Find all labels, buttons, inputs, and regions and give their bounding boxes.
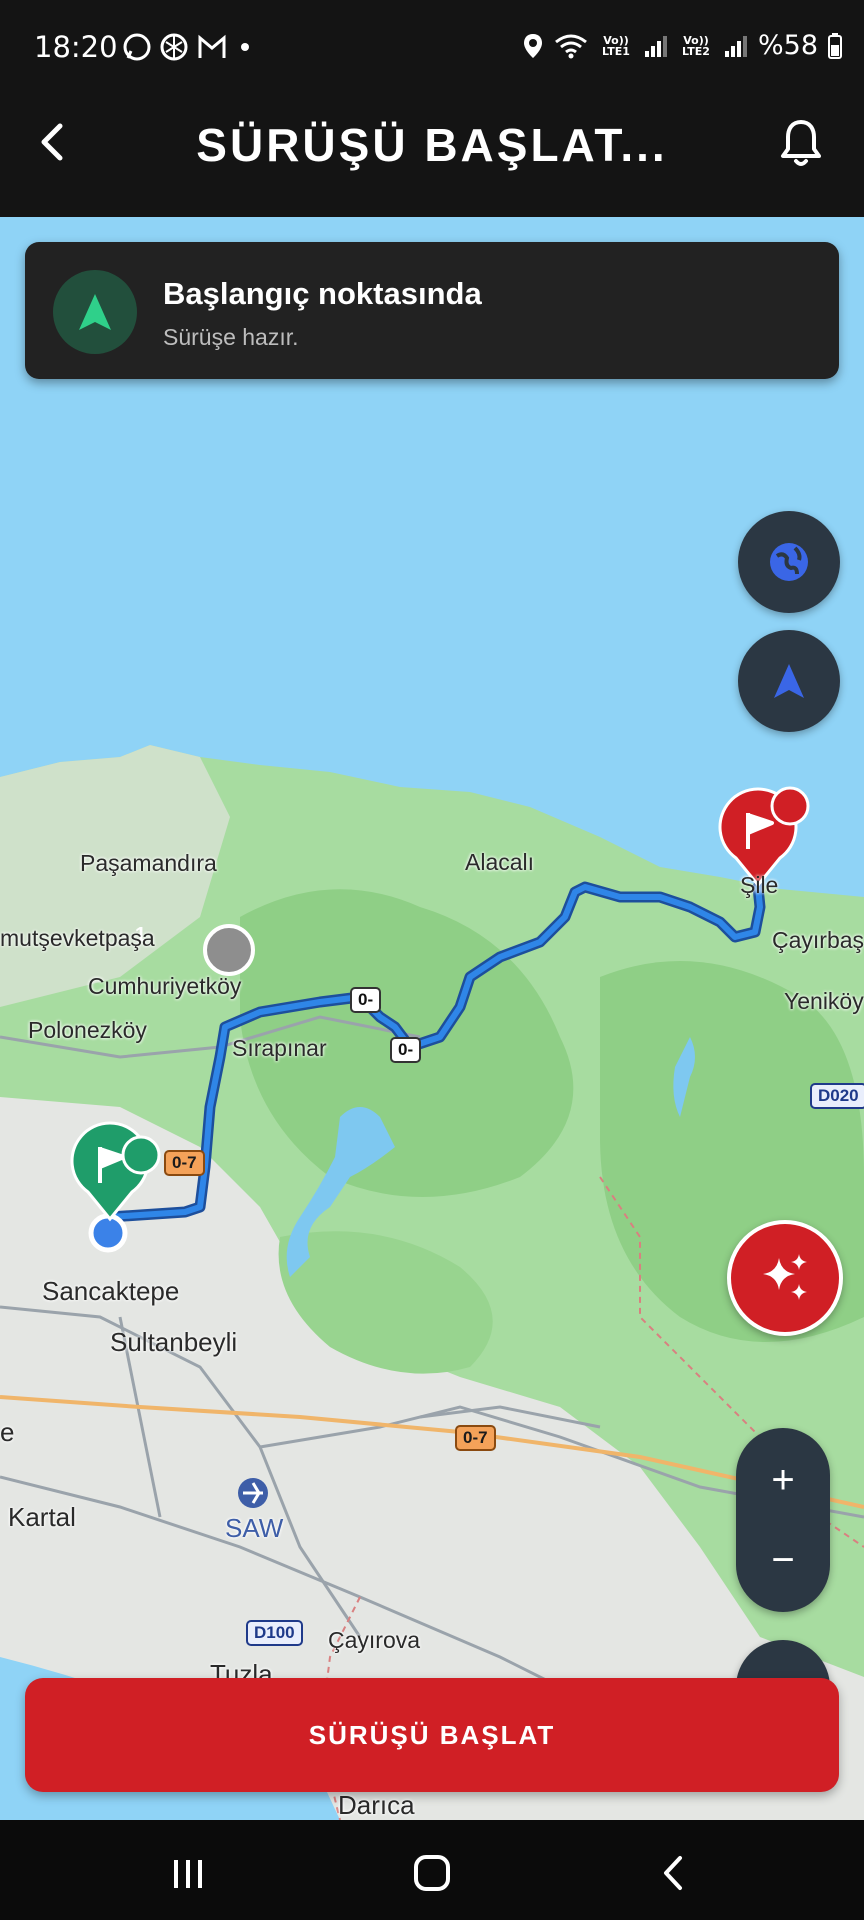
whatsapp-icon [123, 33, 151, 61]
place-label-cumhuriyetkoy: Cumhuriyetköy [88, 973, 242, 999]
road-shield-o: 0- [390, 1037, 422, 1063]
waypoint-dot[interactable] [203, 924, 255, 976]
place-label-sultanbeyli: Sultanbeyli [110, 1327, 238, 1357]
chatgpt-icon [160, 33, 188, 61]
recent-apps-icon [174, 1860, 202, 1888]
road-shield-d020: D020 [810, 1083, 864, 1109]
status-card-subtitle: Sürüşe hazır. [163, 324, 299, 350]
status-bar: 18:20 Vo)) LTE1 Vo)) LTE2 %58 [0, 0, 864, 70]
recent-apps-button[interactable] [158, 1848, 218, 1898]
navigation-arrow-glyph [79, 294, 111, 330]
place-label-cayirbasi: Çayırbaş [772, 927, 864, 953]
airport-icon [238, 1478, 268, 1508]
signal-icon-1 [644, 35, 667, 57]
system-back-button[interactable] [644, 1848, 704, 1898]
place-label-sirapinar: Sırapınar [232, 1035, 327, 1061]
zoom-in-button[interactable]: + [736, 1440, 830, 1520]
sim2-label: Vo)) LTE2 [682, 33, 710, 58]
place-label-polonezkoy: Polonezköy [28, 1017, 147, 1043]
map-view[interactable]: 1 2 Paşamandıra Alacalı mutşevketpaşa Cu… [0, 217, 864, 1820]
status-card-title: Başlangıç noktasında [163, 276, 482, 311]
location-icon [523, 33, 542, 58]
current-location-dot [88, 1213, 128, 1253]
place-label-mutsevketpasa: mutşevketpaşa [0, 925, 155, 951]
status-right: Vo)) LTE1 Vo)) LTE2 %58 [522, 30, 842, 61]
notification-icons [123, 33, 249, 61]
status-time: 18:20 [34, 30, 118, 64]
zoom-out-button[interactable]: − [736, 1520, 830, 1600]
battery-percent: %58 [757, 30, 818, 61]
status-app-icons [122, 30, 252, 71]
place-label-yenikoy: Yeniköy [784, 988, 864, 1014]
road-shield-o7: 0-7 [164, 1150, 205, 1176]
sparkle-icon [763, 1254, 807, 1300]
recenter-button[interactable] [738, 630, 840, 732]
road-shield-o7: 0-7 [455, 1425, 496, 1451]
navigation-icon [774, 664, 804, 698]
globe-icon [770, 543, 808, 581]
map-layers-button[interactable] [738, 511, 840, 613]
notifications-button[interactable] [776, 116, 826, 170]
place-label-alacali: Alacalı [465, 849, 535, 875]
back-icon [664, 1856, 682, 1890]
place-label-sile: Şile [740, 872, 779, 898]
app-header: SÜRÜŞÜ BAŞLAT... [0, 70, 864, 217]
sim1-label: Vo)) LTE1 [602, 33, 630, 58]
status-card: Başlangıç noktasında Sürüşe hazır. [25, 242, 839, 379]
wifi-icon [555, 34, 587, 58]
place-label-sancaktepe: Sancaktepe [42, 1276, 180, 1306]
page-title: SÜRÜŞÜ BAŞLAT... [196, 119, 668, 171]
place-label-e: e [0, 1417, 15, 1447]
place-label-kartal: Kartal [8, 1502, 76, 1532]
bell-icon [781, 120, 821, 166]
battery-icon [828, 32, 842, 59]
home-button[interactable] [402, 1848, 462, 1898]
status-dot [241, 43, 249, 51]
signal-icon-2 [724, 35, 747, 57]
place-label-darica: Darıca [338, 1790, 415, 1820]
road-shield-o: 0- [350, 987, 382, 1013]
ai-assistant-button[interactable] [727, 1220, 843, 1336]
place-label-saw: SAW [225, 1513, 284, 1543]
start-drive-button[interactable]: SÜRÜŞÜ BAŞLAT [25, 1678, 839, 1792]
home-icon [414, 1855, 450, 1891]
system-nav-bar [0, 1820, 864, 1920]
road-shield-d100: D100 [246, 1620, 303, 1646]
zoom-control: + − [736, 1428, 830, 1612]
end-marker[interactable] [718, 786, 810, 888]
navigation-arrow-icon [53, 270, 137, 354]
place-label-cayirova: Çayırova [328, 1627, 421, 1653]
place-label-pasamandira: Paşamandıra [80, 850, 217, 876]
gmail-icon [198, 34, 226, 58]
